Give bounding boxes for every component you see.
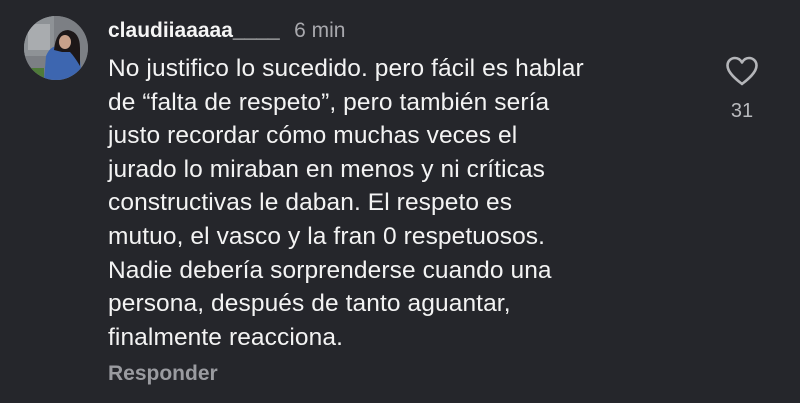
avatar-photo: [24, 16, 88, 80]
comment-text-line: persona, después de tanto aguantar,: [108, 290, 511, 318]
avatar[interactable]: [24, 16, 88, 80]
heart-icon[interactable]: [725, 56, 759, 86]
comment-text-line: constructivas le daban. El respeto es: [108, 189, 513, 217]
comment-text-line: finalmente reacciona.: [108, 323, 343, 351]
like-control: 31: [722, 56, 762, 123]
timestamp: 6 min: [294, 19, 346, 42]
username[interactable]: claudiiaaaaa____: [108, 19, 280, 42]
reply-button[interactable]: Responder: [108, 362, 218, 386]
comment-text-line: Nadie debería sorprenderse cuando una: [108, 256, 552, 284]
comment: claudiiaaaaa____ 6 min No justifico lo s…: [0, 0, 800, 403]
comment-text-line: justo recordar cómo muchas veces el: [108, 122, 518, 150]
comment-text-line: jurado lo miraban en menos y ni críticas: [108, 155, 546, 183]
comment-text-line: de “falta de respeto”, pero también serí…: [108, 88, 550, 116]
comment-text-line: mutuo, el vasco y la fran 0 respetuosos.: [108, 222, 546, 250]
comment-header: claudiiaaaaa____ 6 min: [108, 18, 345, 44]
comment-text: No justifico lo sucedido. pero fácil es …: [108, 52, 708, 354]
like-count: 31: [730, 100, 754, 122]
comment-text-line: No justifico lo sucedido. pero fácil es …: [108, 55, 584, 82]
